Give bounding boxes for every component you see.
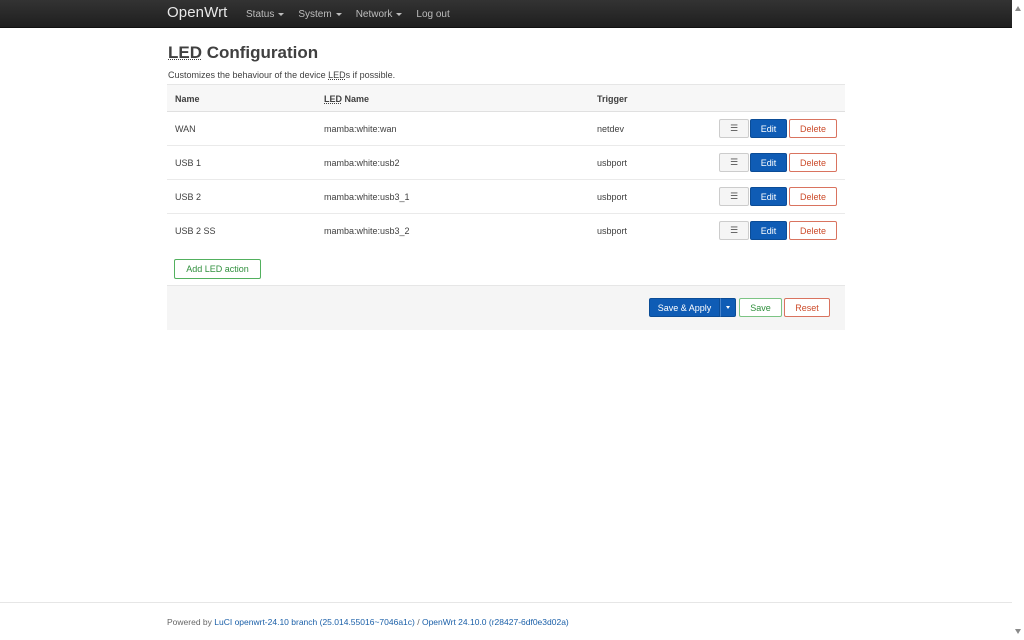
desc-text: Customizes the behaviour of the device	[168, 70, 329, 80]
delete-button[interactable]: Delete	[789, 221, 837, 240]
title-abbr: LED	[168, 43, 202, 62]
title-rest: Configuration	[202, 43, 319, 62]
table-row: WAN mamba:white:wan netdev ☰ Edit Delete	[167, 112, 845, 146]
page-description: Customizes the behaviour of the device L…	[168, 70, 845, 80]
chevron-down-icon	[335, 13, 342, 16]
scroll-down-arrow-icon[interactable]	[1015, 629, 1021, 634]
header-trigger: Trigger	[597, 94, 628, 104]
main-content: LED Configuration Customizes the behavio…	[167, 40, 845, 330]
footer-separator: /	[414, 617, 422, 627]
menu-logout[interactable]: Log out	[416, 9, 449, 20]
delete-button[interactable]: Delete	[789, 119, 837, 138]
save-apply-button[interactable]: Save & Apply	[649, 298, 720, 317]
vertical-scrollbar[interactable]	[1012, 0, 1024, 640]
menu-network[interactable]: Network	[356, 9, 403, 20]
drag-handle-icon[interactable]: ☰	[719, 187, 749, 206]
openwrt-link[interactable]: OpenWrt 24.10.0 (r28427-6df0e3d02a)	[422, 617, 569, 627]
cell-trigger: usbport	[597, 226, 628, 236]
reset-button[interactable]: Reset	[784, 298, 830, 317]
cell-name: USB 2 SS	[175, 226, 216, 236]
cell-name: USB 1	[175, 158, 202, 168]
chevron-down-icon	[726, 306, 730, 309]
add-led-action-button[interactable]: Add LED action	[174, 259, 261, 279]
cell-led: mamba:white:usb3_2	[324, 226, 410, 236]
desc-text-end: s if possible.	[345, 70, 396, 80]
drag-handle-icon[interactable]: ☰	[719, 221, 749, 240]
luci-link[interactable]: LuCI openwrt-24.10 branch (25.014.55016~…	[214, 617, 415, 627]
cell-trigger: usbport	[597, 192, 628, 202]
menu-status[interactable]: Status	[246, 8, 285, 20]
drag-handle-icon[interactable]: ☰	[719, 119, 749, 138]
menu-system-label: System	[298, 8, 332, 20]
cell-name: USB 2	[175, 192, 202, 202]
header-led-name: LED Name	[324, 94, 369, 104]
cell-led: mamba:white:usb3_1	[324, 192, 410, 202]
edit-button[interactable]: Edit	[750, 221, 787, 240]
footer: Powered by LuCI openwrt-24.10 branch (25…	[0, 602, 1012, 640]
page-actions: Save & Apply Save Reset	[167, 285, 845, 330]
header-name: Name	[175, 94, 200, 104]
cell-led: mamba:white:usb2	[324, 158, 400, 168]
menu-logout-label: Log out	[416, 8, 450, 20]
desc-abbr: LED	[328, 70, 346, 80]
edit-button[interactable]: Edit	[750, 119, 787, 138]
brand-logo[interactable]: OpenWrt	[167, 4, 227, 21]
header-led-rest: Name	[342, 94, 370, 104]
table-row: USB 1 mamba:white:usb2 usbport ☰ Edit De…	[167, 146, 845, 180]
menu-system[interactable]: System	[298, 8, 342, 20]
chevron-down-icon	[396, 13, 403, 16]
delete-button[interactable]: Delete	[789, 187, 837, 206]
header-led-abbr: LED	[324, 94, 342, 104]
chevron-down-icon	[278, 13, 285, 16]
edit-button[interactable]: Edit	[750, 153, 787, 172]
cell-name: WAN	[175, 124, 196, 134]
cell-trigger: usbport	[597, 158, 628, 168]
table-row: USB 2 SS mamba:white:usb3_2 usbport ☰ Ed…	[167, 214, 845, 248]
led-table: Name LED Name Trigger WAN mamba:white:wa…	[167, 84, 845, 248]
page-title: LED Configuration	[168, 43, 845, 65]
cell-trigger: netdev	[597, 124, 625, 134]
save-button[interactable]: Save	[739, 298, 782, 317]
top-navbar: OpenWrt Status System Network Log out	[0, 0, 1012, 28]
main-menu: Status System Network Log out	[246, 0, 464, 28]
menu-network-label: Network	[355, 8, 393, 20]
menu-status-label: Status	[246, 8, 275, 20]
table-row: USB 2 mamba:white:usb3_1 usbport ☰ Edit …	[167, 180, 845, 214]
table-header: Name LED Name Trigger	[167, 84, 845, 112]
save-apply-dropdown-toggle[interactable]	[720, 298, 736, 317]
footer-text: Powered by LuCI openwrt-24.10 branch (25…	[167, 617, 569, 627]
drag-handle-icon[interactable]: ☰	[719, 153, 749, 172]
scroll-up-arrow-icon[interactable]	[1015, 6, 1021, 11]
edit-button[interactable]: Edit	[750, 187, 787, 206]
delete-button[interactable]: Delete	[789, 153, 837, 172]
footer-prefix: Powered by	[167, 617, 215, 627]
cell-led: mamba:white:wan	[324, 124, 397, 134]
